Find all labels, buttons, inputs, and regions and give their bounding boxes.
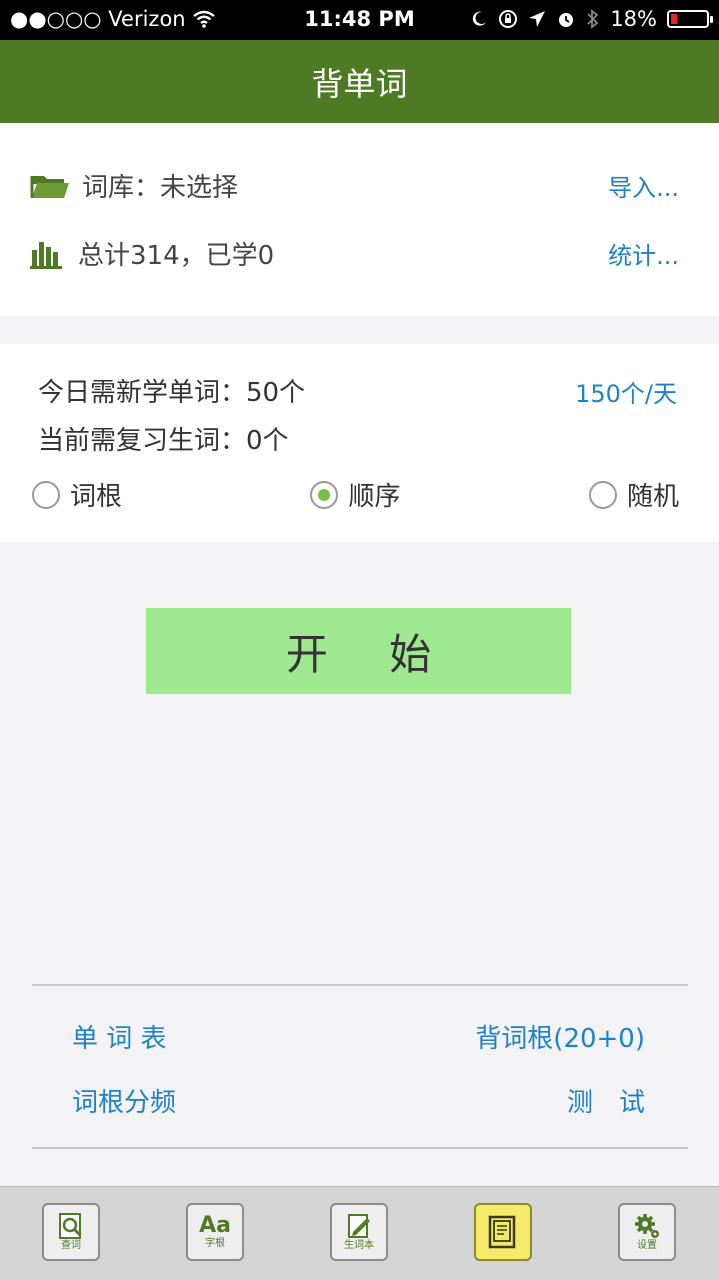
app-screen: ●●○○○ Verizon 11:48 PM 18% 背单词 词库：未选择 导入… <box>0 0 719 1280</box>
bar-chart-icon <box>30 241 62 269</box>
gear-icon <box>635 1214 659 1238</box>
word-list-link[interactable]: 单 词 表 <box>72 1018 167 1055</box>
library-label: 词库：未选择 <box>82 173 239 203</box>
stats-label: 总计314，已学0 <box>78 241 275 271</box>
daily-rate-link[interactable]: 150个/天 <box>575 374 677 409</box>
tab-memorize[interactable] <box>474 1203 532 1261</box>
option-sequential[interactable]: 顺序 <box>310 476 401 513</box>
tab-lookup-label: 查词 <box>61 1240 81 1251</box>
import-link[interactable]: 导入... <box>608 168 679 203</box>
stats-row: 总计314，已学0 统计... <box>30 235 679 272</box>
library-panel: 词库：未选择 导入... 总计314，已学0 统计... <box>0 123 719 316</box>
tab-bar: 查词 Aa 字根 生词本 设置 <box>0 1186 719 1280</box>
tab-vocab-book[interactable]: 生词本 <box>330 1203 388 1261</box>
folder-icon <box>30 175 69 198</box>
tab-roots-label: 字根 <box>205 1238 225 1249</box>
rotation-lock-icon <box>499 10 518 28</box>
start-button[interactable]: 开 始 <box>146 608 571 694</box>
status-bar: ●●○○○ Verizon 11:48 PM 18% <box>0 0 719 40</box>
bottom-divider <box>32 1147 688 1149</box>
header-bar: 背单词 <box>0 40 719 123</box>
review-words-label: 当前需复习生词：0个 <box>38 426 289 456</box>
alarm-icon <box>559 13 574 27</box>
location-arrow-icon <box>529 11 546 27</box>
battery-icon <box>667 10 713 28</box>
library-label-group: 词库：未选择 <box>30 167 238 204</box>
plan-panel: 今日需新学单词：50个 150个/天 当前需复习生词：0个 词根 顺序 随机 <box>0 344 719 542</box>
test-link[interactable]: 测 试 <box>567 1082 645 1119</box>
battery-fill <box>671 14 677 24</box>
tab-settings-label: 设置 <box>637 1240 657 1251</box>
top-divider <box>32 984 688 986</box>
new-words-label: 今日需新学单词：50个 <box>38 378 306 408</box>
bluetooth-icon <box>587 9 599 29</box>
status-icons: 18% <box>470 7 713 31</box>
option-root[interactable]: 词根 <box>32 476 122 513</box>
root-study-link[interactable]: 背词根(20+0) <box>475 1018 645 1055</box>
book-icon <box>488 1215 516 1249</box>
moon-icon <box>473 11 487 26</box>
radio-circle-random[interactable] <box>588 480 617 509</box>
tab-roots[interactable]: Aa 字根 <box>186 1203 244 1261</box>
library-row: 词库：未选择 导入... <box>30 167 679 204</box>
stats-label-group: 总计314，已学0 <box>30 235 274 272</box>
magnifier-icon <box>59 1213 82 1239</box>
option-root-label: 词根 <box>70 482 123 512</box>
option-random[interactable]: 随机 <box>588 476 679 513</box>
tab-vocab-book-label: 生词本 <box>344 1240 374 1251</box>
tab-settings[interactable]: 设置 <box>618 1203 676 1261</box>
order-options: 词根 顺序 随机 <box>32 476 679 513</box>
battery-percent: 18% <box>610 7 657 31</box>
radio-circle-root[interactable] <box>32 480 60 509</box>
option-sequential-label: 顺序 <box>348 482 401 512</box>
radio-circle-sequential[interactable] <box>310 480 339 509</box>
notebook-pencil-icon <box>348 1214 370 1238</box>
aa-icon: Aa <box>199 1213 231 1238</box>
root-frequency-link[interactable]: 词根分频 <box>72 1082 176 1119</box>
tab-lookup[interactable]: 查词 <box>42 1203 100 1261</box>
stats-link[interactable]: 统计... <box>608 236 679 271</box>
option-random-label: 随机 <box>626 482 679 512</box>
page-title: 背单词 <box>311 64 408 103</box>
